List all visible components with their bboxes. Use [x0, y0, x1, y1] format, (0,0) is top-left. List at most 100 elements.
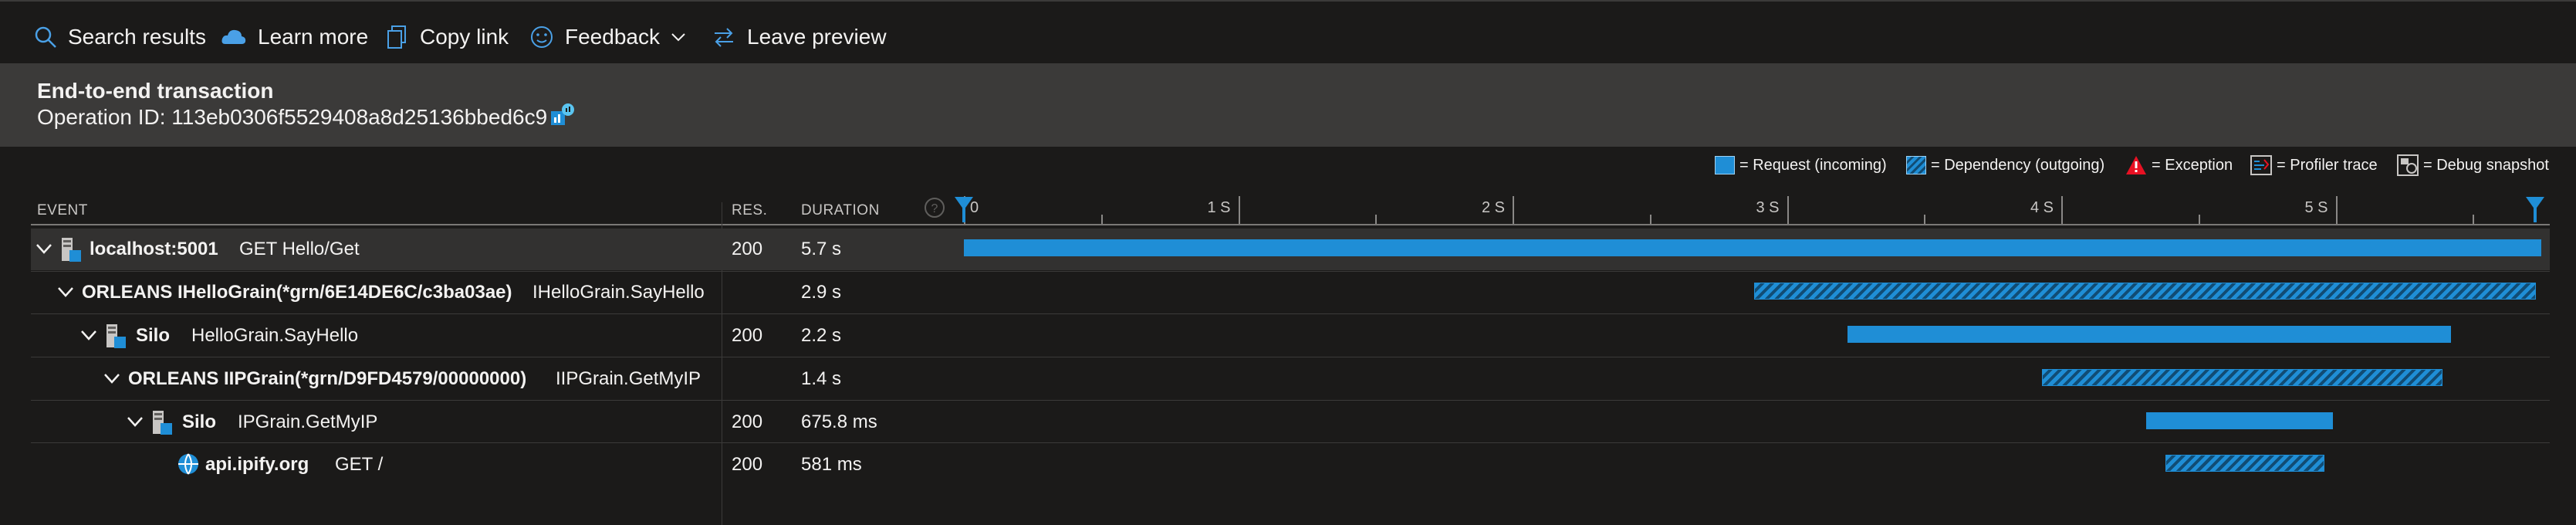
minor-tick — [1375, 215, 1378, 224]
column-event[interactable]: EVENT — [37, 202, 88, 219]
chevron-down-icon[interactable] — [80, 329, 97, 341]
learn-more-label: Learn more — [258, 25, 369, 49]
row-duration: 675.8 ms — [801, 412, 877, 432]
help-icon[interactable]: ? — [923, 196, 946, 219]
column-duration[interactable]: DURATION — [801, 202, 880, 219]
legend-exception-label: = Exception — [2152, 156, 2233, 174]
operation-id: Operation ID: 113eb0306f5529408a8d25136b… — [37, 105, 548, 129]
row-divider — [31, 313, 2550, 314]
minor-tick — [1649, 215, 1651, 224]
tick-label: 5 S — [2304, 199, 2328, 216]
legend-exception: = Exception — [2125, 151, 2233, 179]
page-title: End-to-end transaction — [37, 79, 274, 103]
server-icon — [153, 411, 172, 435]
row-operation: IIPGrain.GetMyIP — [556, 368, 701, 389]
header-divider — [31, 224, 2550, 225]
learn-more-button[interactable]: Learn more — [221, 22, 368, 52]
legend-debug-label: = Debug snapshot — [2423, 156, 2549, 174]
leave-preview-button[interactable]: Leave preview — [712, 22, 887, 52]
column-res[interactable]: RES. — [732, 202, 767, 219]
row-name: Silo — [182, 412, 217, 432]
legend-dependency-label: = Dependency (outgoing) — [1931, 156, 2105, 174]
major-tick — [2061, 196, 2063, 224]
minor-tick — [1924, 215, 1926, 224]
major-tick — [1238, 196, 1240, 224]
legend-profiler-label: = Profiler trace — [2277, 156, 2378, 174]
request-bar[interactable] — [1847, 326, 2451, 343]
row-result-code: 200 — [732, 412, 763, 432]
chevron-down-icon[interactable] — [103, 372, 120, 384]
legend-debug: = Debug snapshot — [2397, 151, 2549, 179]
legend-request-label: = Request (incoming) — [1739, 156, 1887, 174]
request-bar[interactable] — [2146, 412, 2333, 429]
row-result-code: 200 — [732, 454, 763, 475]
row-operation: GET Hello/Get — [239, 239, 360, 259]
minor-tick — [2473, 215, 2475, 224]
search-results-button[interactable]: Search results — [34, 22, 206, 52]
legend-profiler: = Profiler trace — [2250, 151, 2378, 179]
major-tick — [2335, 196, 2338, 224]
swap-arrows-icon — [715, 28, 733, 47]
globe-icon — [178, 453, 198, 475]
copy-icon — [387, 25, 406, 49]
feedback-button[interactable]: Feedback — [529, 22, 686, 52]
legend-dependency: = Dependency (outgoing) — [1906, 151, 2104, 179]
row-name: ORLEANS IHelloGrain(*grn/6E14DE6C/c3ba03… — [82, 282, 512, 303]
dependency-bar[interactable] — [2042, 369, 2443, 386]
chevron-down-icon — [671, 33, 685, 42]
row-result-code: 200 — [732, 325, 763, 346]
row-name: api.ipify.org — [205, 454, 309, 475]
tick-label: 3 S — [1756, 199, 1780, 216]
minor-tick — [1100, 215, 1103, 224]
tick-label: 2 S — [1482, 199, 1506, 216]
row-duration: 2.9 s — [801, 282, 842, 303]
request-bar[interactable] — [964, 239, 2542, 256]
range-start-handle-icon[interactable] — [954, 196, 974, 222]
row-operation: IHelloGrain.SayHello — [532, 282, 705, 303]
row-name: localhost:5001 — [90, 239, 218, 259]
smiley-icon — [531, 26, 553, 48]
analytics-icon[interactable] — [549, 102, 576, 128]
row-result-code: 200 — [732, 239, 763, 259]
request-swatch-icon — [1715, 156, 1735, 174]
major-tick — [1787, 196, 1789, 224]
search-icon — [35, 26, 56, 48]
row-name: ORLEANS IIPGrain(*grn/D9FD4579/00000000) — [128, 368, 527, 389]
chevron-down-icon[interactable] — [35, 242, 52, 255]
server-icon — [62, 238, 81, 262]
leave-preview-label: Leave preview — [747, 25, 887, 49]
minor-tick — [2198, 215, 2200, 224]
cloud-icon — [221, 29, 246, 44]
range-end-handle-icon[interactable] — [2525, 196, 2545, 222]
row-duration: 2.2 s — [801, 325, 842, 346]
row-operation: HelloGrain.SayHello — [191, 325, 359, 346]
row-name: Silo — [136, 325, 171, 346]
chevron-down-icon[interactable] — [127, 415, 144, 428]
row-duration: 1.4 s — [801, 368, 842, 389]
dependency-swatch-icon — [1906, 156, 1926, 174]
major-tick — [1513, 196, 1514, 224]
server-icon — [106, 324, 126, 348]
dependency-bar[interactable] — [1753, 283, 2536, 300]
row-divider — [31, 400, 2550, 401]
copy-link-label: Copy link — [420, 25, 509, 49]
command-bar: Search results Learn more Copy link Feed… — [0, 0, 2576, 65]
tick-label: 4 S — [2030, 199, 2054, 216]
row-duration: 5.7 s — [801, 239, 842, 259]
profiler-trace-icon — [2250, 155, 2272, 175]
debug-snapshot-icon — [2397, 154, 2419, 176]
warning-icon — [2126, 156, 2146, 174]
row-operation: GET / — [335, 454, 384, 475]
chevron-down-icon[interactable] — [57, 286, 74, 298]
tick-label: 1 S — [1207, 199, 1231, 216]
dependency-bar[interactable] — [2165, 455, 2325, 472]
svg-text:?: ? — [931, 202, 938, 215]
legend-request: = Request (incoming) — [1715, 151, 1887, 179]
feedback-label: Feedback — [565, 25, 660, 49]
search-results-label: Search results — [68, 25, 206, 49]
copy-link-button[interactable]: Copy link — [386, 22, 509, 52]
row-divider — [31, 442, 2550, 443]
row-operation: IPGrain.GetMyIP — [238, 412, 378, 432]
transaction-header: End-to-end transaction Operation ID: 113… — [0, 65, 2576, 147]
row-duration: 581 ms — [801, 454, 862, 475]
